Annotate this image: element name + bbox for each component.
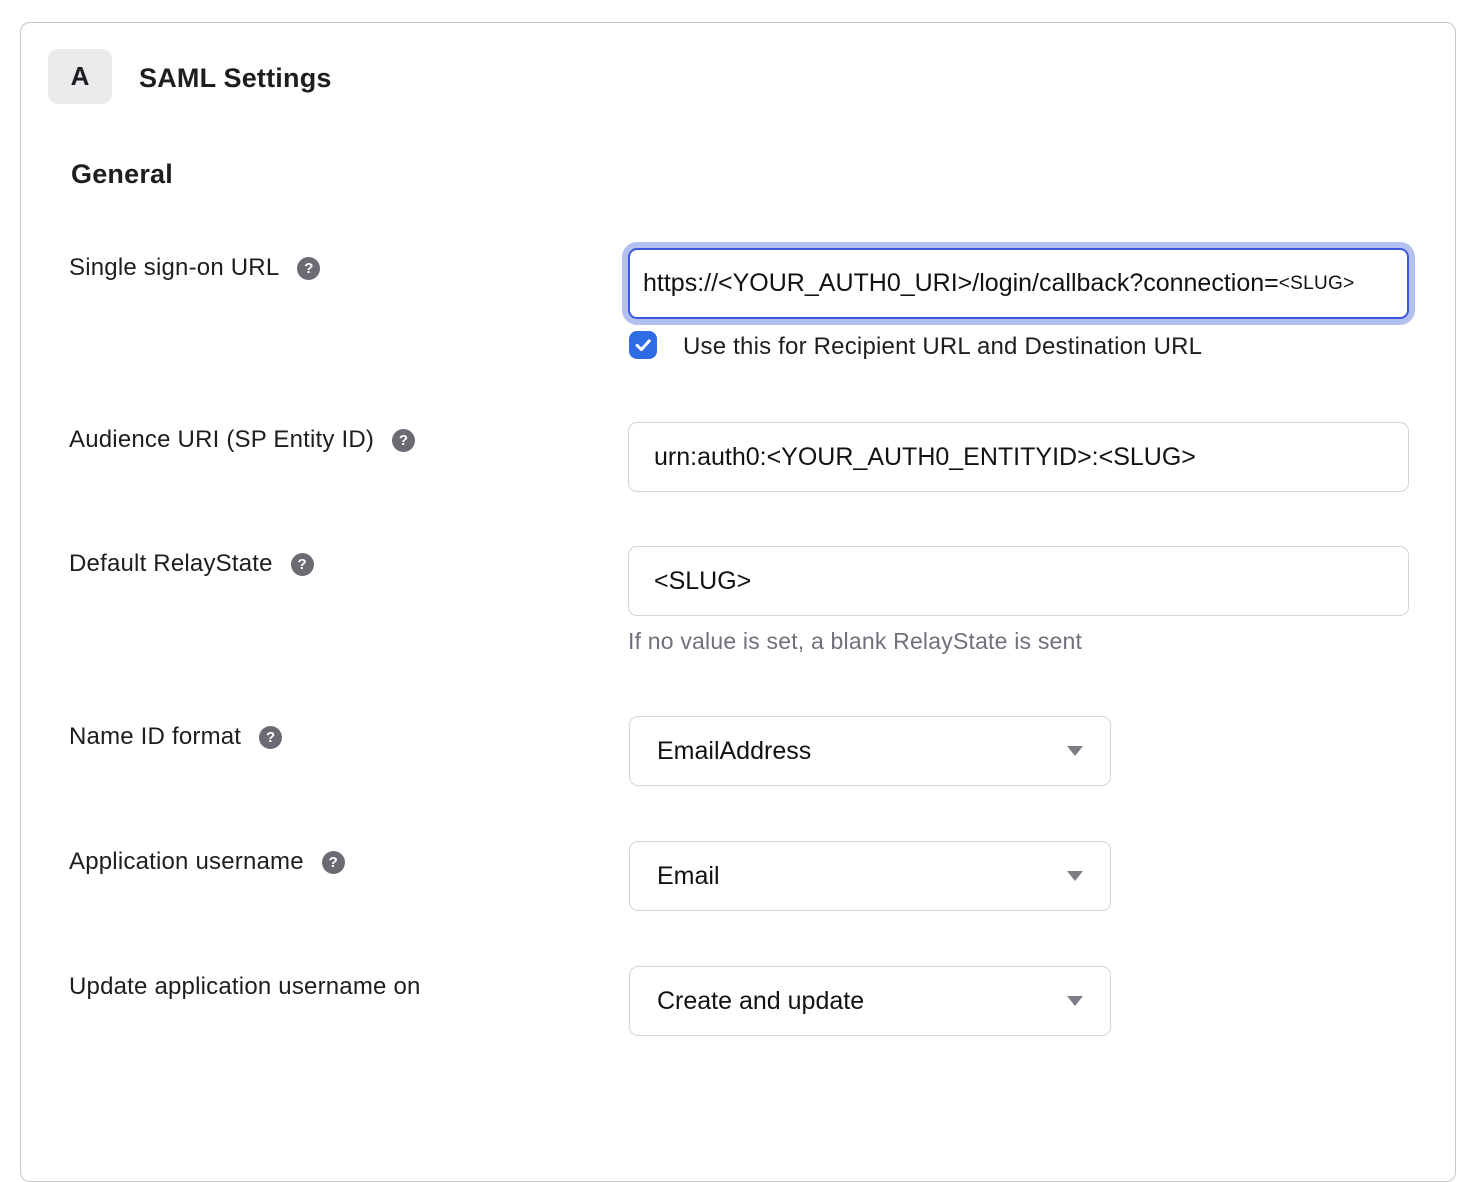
name-id-format-label-row: Name ID format ? (69, 723, 282, 751)
step-badge: A (48, 49, 112, 104)
chevron-down-icon (1067, 746, 1083, 756)
application-username-value: Email (657, 862, 1067, 891)
sso-url-value-slug: <SLUG> (1279, 273, 1355, 295)
name-id-format-value: EmailAddress (657, 737, 1067, 766)
name-id-format-help-icon[interactable]: ? (259, 726, 282, 749)
audience-uri-value: urn:auth0:<YOUR_AUTH0_ENTITYID>:<SLUG> (654, 443, 1196, 472)
update-username-value: Create and update (657, 987, 1067, 1016)
sso-url-value: https://<YOUR_AUTH0_URI>/login/callback?… (643, 269, 1279, 298)
application-username-help-icon[interactable]: ? (322, 851, 345, 874)
chevron-down-icon (1067, 871, 1083, 881)
step-badge-letter: A (71, 61, 90, 92)
sso-url-label: Single sign-on URL (69, 254, 279, 282)
relay-state-hint: If no value is set, a blank RelayState i… (628, 628, 1082, 655)
sso-url-help-icon[interactable]: ? (297, 257, 320, 280)
sso-url-label-row: Single sign-on URL ? (69, 254, 320, 282)
sso-url-input[interactable]: https://<YOUR_AUTH0_URI>/login/callback?… (628, 248, 1409, 319)
relay-state-label: Default RelayState (69, 550, 273, 578)
audience-uri-label: Audience URI (SP Entity ID) (69, 426, 374, 454)
relay-state-label-row: Default RelayState ? (69, 550, 314, 578)
update-username-label: Update application username on (69, 973, 421, 1001)
saml-settings-card: A SAML Settings General Single sign-on U… (20, 22, 1456, 1182)
panel-title: SAML Settings (139, 63, 332, 94)
name-id-format-select[interactable]: EmailAddress (629, 716, 1111, 786)
relay-state-input[interactable]: <SLUG> (628, 546, 1409, 616)
application-username-select[interactable]: Email (629, 841, 1111, 911)
name-id-format-label: Name ID format (69, 723, 241, 751)
section-general-title: General (71, 159, 173, 190)
update-username-select[interactable]: Create and update (629, 966, 1111, 1036)
audience-uri-label-row: Audience URI (SP Entity ID) ? (69, 426, 415, 454)
application-username-label-row: Application username ? (69, 848, 345, 876)
audience-uri-help-icon[interactable]: ? (392, 429, 415, 452)
chevron-down-icon (1067, 996, 1083, 1006)
application-username-label: Application username (69, 848, 304, 876)
recipient-url-checkbox[interactable] (629, 331, 657, 359)
relay-state-help-icon[interactable]: ? (291, 553, 314, 576)
recipient-url-checkbox-label[interactable]: Use this for Recipient URL and Destinati… (683, 333, 1202, 361)
audience-uri-input[interactable]: urn:auth0:<YOUR_AUTH0_ENTITYID>:<SLUG> (628, 422, 1409, 492)
relay-state-value: <SLUG> (654, 567, 751, 596)
update-username-label-row: Update application username on (69, 973, 421, 1001)
checkmark-icon (633, 335, 653, 355)
